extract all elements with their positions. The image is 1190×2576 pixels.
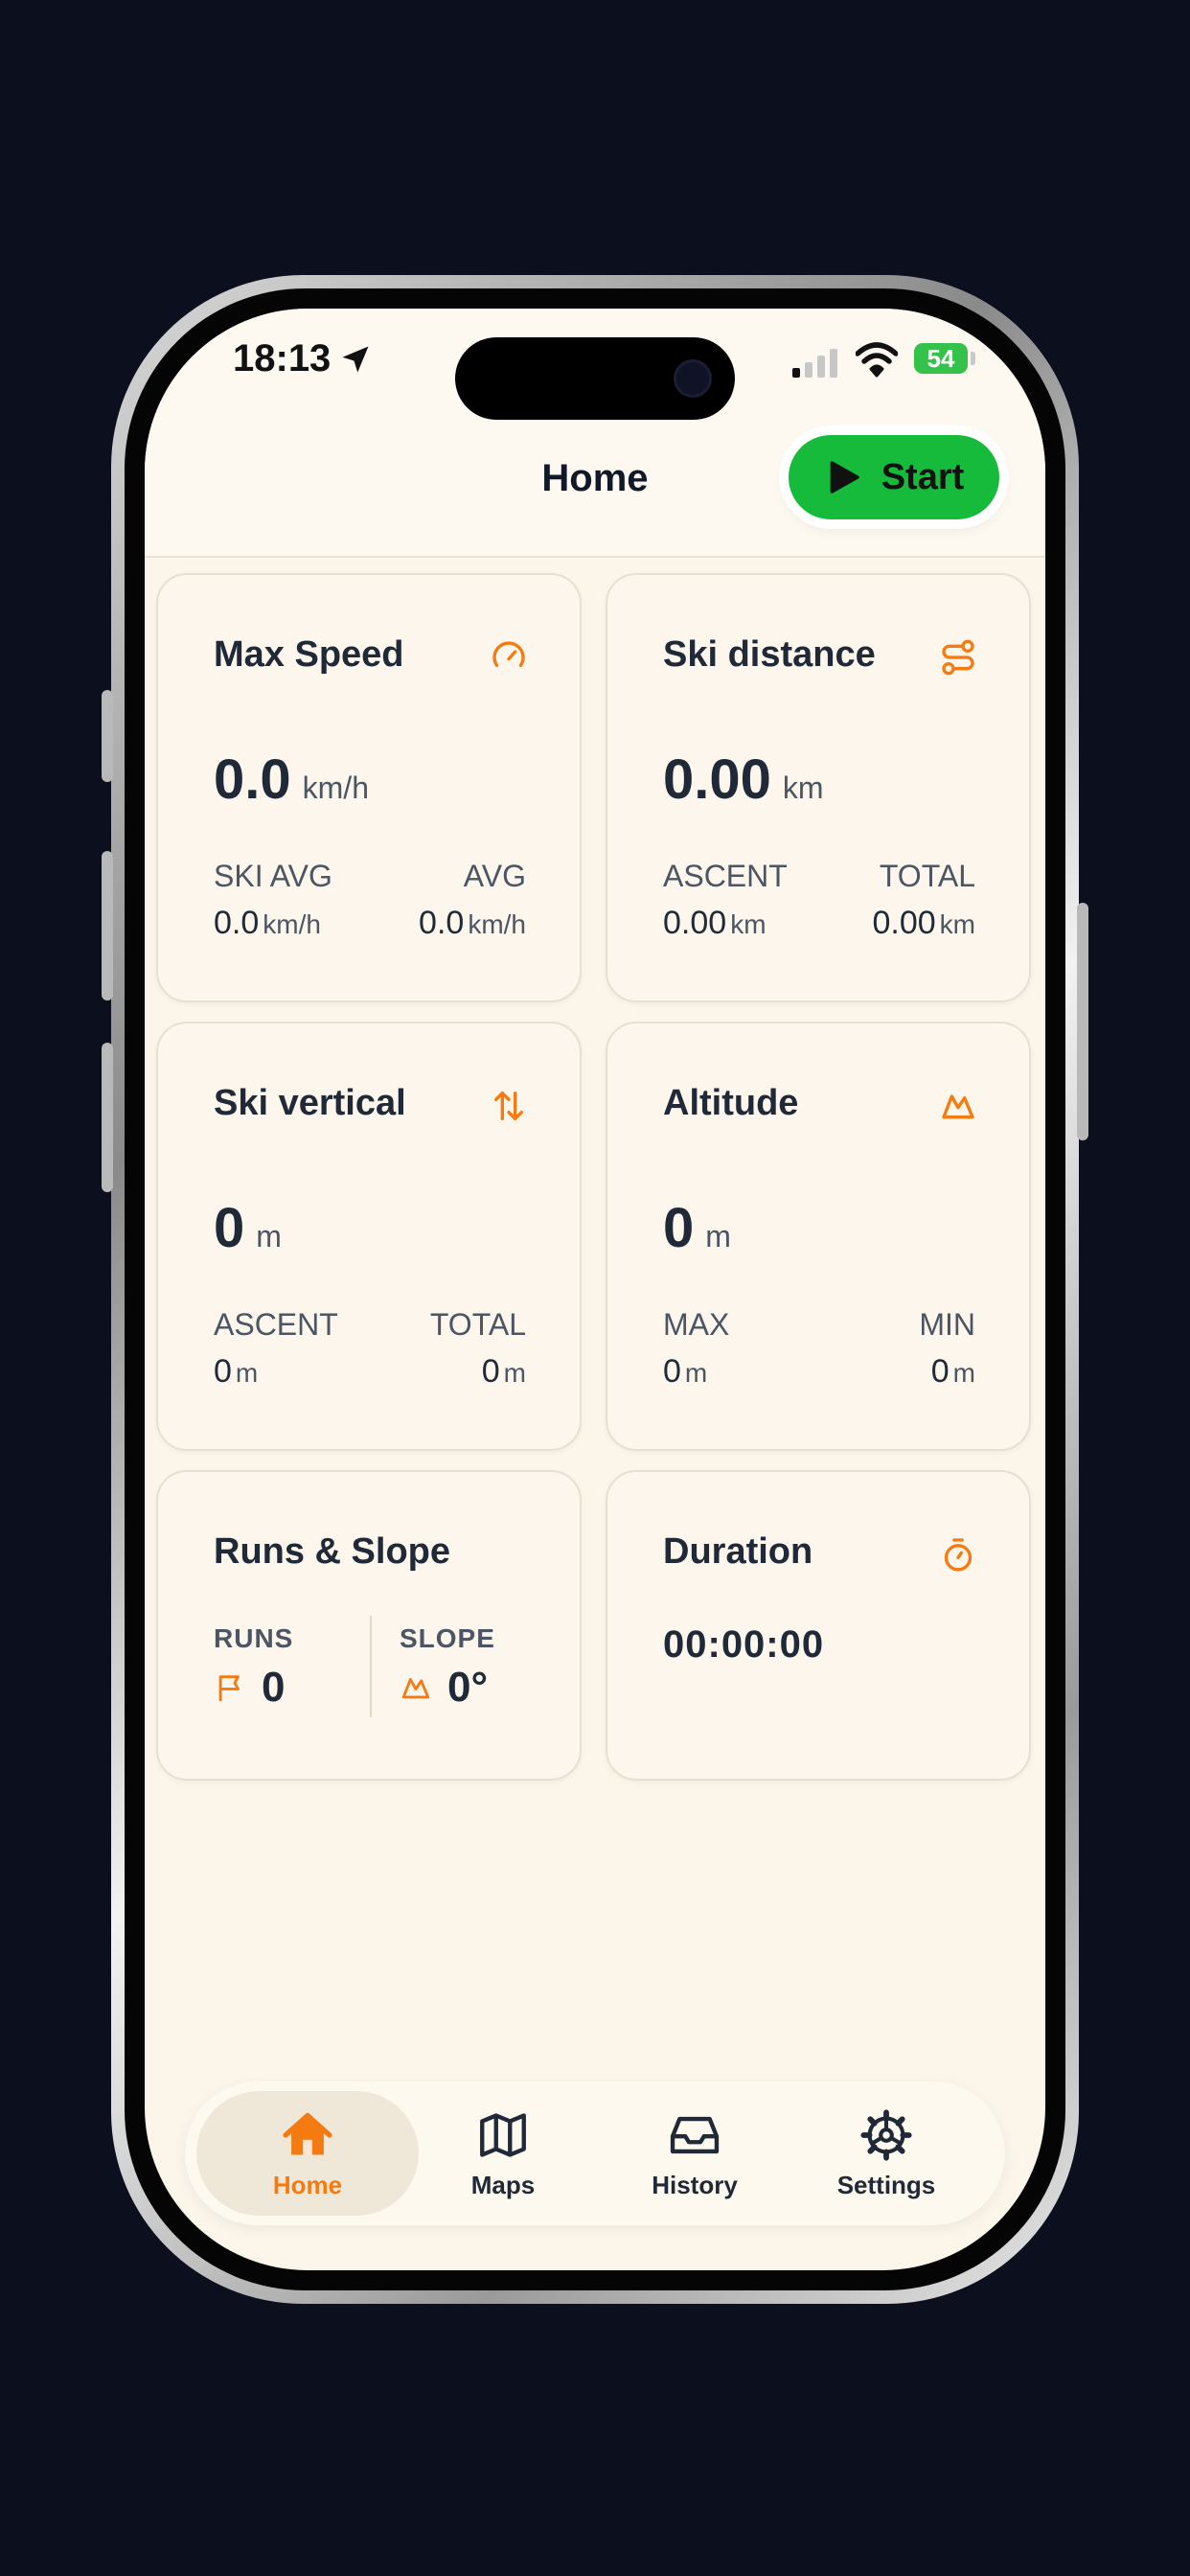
sub-label: MIN	[919, 1307, 975, 1342]
start-button[interactable]: Start	[789, 435, 999, 519]
mountain-icon	[942, 1094, 974, 1119]
inbox-icon	[670, 2116, 720, 2153]
sub-label: ASCENT	[663, 859, 788, 893]
altitude-card[interactable]: Altitude 0 m MAX MIN 0m 0m	[606, 1022, 1031, 1451]
duration-card[interactable]: Duration 00:00:00	[606, 1470, 1031, 1781]
card-title: Runs & Slope	[214, 1531, 451, 1572]
status-time: 18:13	[233, 337, 373, 380]
route-icon	[942, 639, 974, 676]
battery-indicator: 54	[914, 343, 968, 374]
home-icon	[283, 2112, 332, 2155]
battery-cap	[971, 352, 975, 365]
tab-maps[interactable]: Maps	[392, 2091, 614, 2216]
volume-down-button	[102, 1043, 113, 1192]
volume-up-button	[102, 851, 113, 1000]
slope-label: SLOPE	[400, 1623, 495, 1653]
sub-label: AVG	[463, 859, 526, 893]
cellular-signal-icon	[792, 347, 837, 378]
sub-value: 0.00 km	[663, 905, 767, 941]
slope-value: 0°	[400, 1664, 488, 1712]
stopwatch-icon	[944, 1538, 973, 1572]
camera-icon	[674, 359, 712, 398]
play-icon	[830, 461, 859, 494]
duration-value: 00:00:00	[663, 1623, 825, 1666]
sub-label: MAX	[663, 1307, 730, 1342]
card-title: Ski distance	[663, 634, 876, 675]
runs-label: RUNS	[214, 1623, 294, 1653]
sub-label: ASCENT	[214, 1307, 338, 1342]
main-value: 0 m	[663, 1197, 731, 1259]
tab-settings[interactable]: Settings	[775, 2091, 997, 2216]
up-down-arrows-icon	[494, 1092, 523, 1120]
mountain-icon	[401, 1678, 430, 1699]
runs-value: 0	[214, 1664, 285, 1712]
sub-label: TOTAL	[879, 859, 975, 893]
sub-value: 0.0 km/h	[214, 905, 321, 941]
sub-value: 0.00 km	[872, 905, 975, 941]
gear-icon	[860, 2108, 912, 2161]
card-title: Ski vertical	[214, 1083, 406, 1123]
tab-history[interactable]: History	[584, 2091, 806, 2216]
sub-value: 0.0 km/h	[419, 905, 526, 941]
card-title: Max Speed	[214, 634, 404, 675]
ski-vertical-card[interactable]: Ski vertical 0 m ASCENT TOTAL 0m 0m	[156, 1022, 582, 1451]
speedometer-icon	[492, 641, 525, 667]
ski-distance-card[interactable]: Ski distance 0.00 km ASCENT TOTAL 0.00 km…	[606, 573, 1031, 1002]
main-value: 0.0 km/h	[214, 748, 369, 811]
divider	[370, 1616, 372, 1717]
max-speed-card[interactable]: Max Speed 0.0 km/h SKI AVG AVG 0.0 km/h 0…	[156, 573, 582, 1002]
main-value: 0.00 km	[663, 748, 824, 811]
action-button	[102, 690, 113, 782]
tab-home[interactable]: Home	[196, 2091, 419, 2216]
card-title: Altitude	[663, 1083, 799, 1123]
app-screen: 18:13 54 Home Start Max Speed 0.0 km/h S…	[145, 309, 1045, 2270]
location-arrow-icon	[342, 346, 369, 372]
sub-value: 0m	[481, 1353, 526, 1390]
sub-label: SKI AVG	[214, 859, 332, 893]
app-header: 18:13 54 Home Start	[145, 309, 1045, 558]
tab-bar: Home Maps History Settings	[185, 2082, 1005, 2225]
card-title: Duration	[663, 1531, 813, 1572]
main-value: 0 m	[214, 1197, 282, 1259]
runs-slope-card[interactable]: Runs & Slope RUNS 0 SLOPE 0°	[156, 1470, 582, 1781]
power-button	[1077, 903, 1088, 1140]
flag-icon	[218, 1675, 240, 1702]
sub-value: 0m	[214, 1353, 259, 1390]
wifi-icon	[856, 342, 898, 378]
dynamic-island	[455, 337, 735, 420]
map-icon	[480, 2112, 526, 2157]
sub-value: 0m	[663, 1353, 708, 1390]
sub-label: TOTAL	[429, 1307, 526, 1342]
sub-value: 0m	[930, 1353, 975, 1390]
